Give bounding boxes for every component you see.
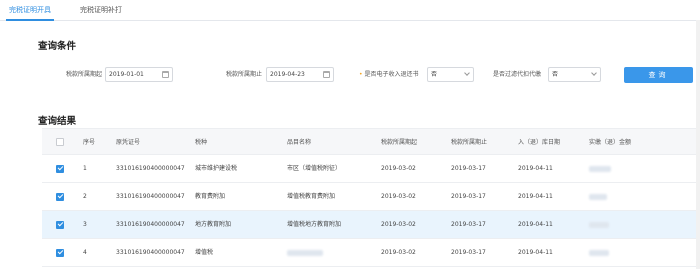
tax-type: 城市维护建设税 bbox=[195, 165, 238, 172]
item-name: 增值税教育费附加 bbox=[287, 193, 336, 200]
row-checkbox[interactable] bbox=[56, 164, 64, 173]
row-number: 2 bbox=[83, 193, 87, 200]
calendar-icon[interactable] bbox=[323, 71, 330, 78]
tab-bar: 完税证明开具 完税证明补打 bbox=[0, 0, 700, 21]
column-header: 税种 bbox=[195, 139, 208, 146]
storage-date: 2019-04-11 bbox=[518, 193, 553, 200]
query-button[interactable]: 查询 bbox=[624, 67, 693, 83]
row-checkbox[interactable] bbox=[56, 220, 64, 229]
table-header: 序号 原凭证号 税种 品目名称 税款所属期起 税款所属期止 入（退）库日期 实缴… bbox=[42, 128, 698, 155]
column-header: 序号 bbox=[83, 139, 96, 146]
period-start: 2019-03-02 bbox=[381, 193, 416, 200]
item-name: 增值税地方教育附加 bbox=[287, 221, 342, 228]
column-header: 原凭证号 bbox=[116, 139, 141, 146]
redacted-amount bbox=[589, 193, 607, 200]
einvoice-label-text: 是否电子收入退还书 bbox=[364, 71, 419, 78]
voucher-number: 331016190400000047 bbox=[116, 221, 185, 228]
einvoice-label: • 是否电子收入退还书 bbox=[359, 70, 419, 80]
period-start: 2019-03-02 bbox=[381, 249, 416, 256]
column-header: 税款所属期起 bbox=[381, 139, 418, 146]
required-mark: • bbox=[359, 71, 363, 78]
period-end: 2019-03-17 bbox=[451, 165, 486, 172]
storage-date: 2019-04-11 bbox=[518, 165, 553, 172]
period-start: 2019-03-02 bbox=[381, 221, 416, 228]
period-end: 2019-03-17 bbox=[451, 193, 486, 200]
start-period-field[interactable]: 2019-01-01 bbox=[105, 67, 173, 82]
einvoice-select[interactable]: 否 bbox=[427, 67, 474, 82]
column-header: 入（退）库日期 bbox=[518, 139, 561, 146]
row-number: 1 bbox=[83, 165, 87, 172]
calendar-icon[interactable] bbox=[162, 71, 169, 78]
row-number: 3 bbox=[83, 221, 87, 228]
redacted-amount bbox=[589, 249, 609, 256]
end-period-label: 税款所属期止 bbox=[226, 71, 263, 78]
tax-type: 增值税 bbox=[195, 249, 214, 256]
storage-date: 2019-04-11 bbox=[518, 221, 553, 228]
column-header: 品目名称 bbox=[287, 139, 312, 146]
start-period-value: 2019-01-01 bbox=[109, 71, 144, 78]
tab-issue-certificate[interactable]: 完税证明开具 bbox=[6, 4, 54, 21]
agent-filter-select[interactable]: 否 bbox=[548, 67, 601, 82]
storage-date: 2019-04-11 bbox=[518, 249, 553, 256]
table-row[interactable]: 1 331016190400000047 城市维护建设税 市区（增值税附征） 2… bbox=[42, 155, 698, 183]
select-all-checkbox[interactable] bbox=[56, 137, 64, 146]
chevron-down-icon bbox=[591, 70, 597, 76]
end-period-field[interactable]: 2019-04-23 bbox=[266, 67, 334, 82]
row-checkbox[interactable] bbox=[56, 192, 64, 201]
period-end: 2019-03-17 bbox=[451, 221, 486, 228]
start-period-label: 税款所属期起 bbox=[66, 71, 103, 78]
einvoice-value: 否 bbox=[431, 71, 438, 78]
table-row[interactable]: 4 331016190400000047 增值税 2019-03-02 2019… bbox=[42, 239, 698, 267]
table-row[interactable]: 3 331016190400000047 地方教育附加 增值税地方教育附加 20… bbox=[42, 211, 698, 239]
voucher-number: 331016190400000047 bbox=[116, 249, 185, 256]
column-header: 实缴（退）金额 bbox=[589, 139, 632, 146]
tax-type: 地方教育附加 bbox=[195, 221, 232, 228]
row-checkbox[interactable] bbox=[56, 248, 64, 257]
voucher-number: 331016190400000047 bbox=[116, 193, 185, 200]
redacted-amount bbox=[589, 221, 609, 228]
vertical-scrollbar[interactable] bbox=[696, 20, 700, 269]
redacted-item-name bbox=[287, 249, 323, 256]
table-row[interactable]: 2 331016190400000047 教育费附加 增值税教育费附加 2019… bbox=[42, 183, 698, 211]
results-title: 查询结果 bbox=[38, 116, 77, 127]
chevron-down-icon bbox=[464, 70, 470, 76]
row-number: 4 bbox=[83, 249, 87, 256]
period-end: 2019-03-17 bbox=[451, 249, 486, 256]
column-header: 税款所属期止 bbox=[451, 139, 488, 146]
period-start: 2019-03-02 bbox=[381, 165, 416, 172]
tax-type: 教育费附加 bbox=[195, 193, 226, 200]
item-name: 市区（增值税附征） bbox=[287, 165, 342, 172]
end-period-value: 2019-04-23 bbox=[270, 71, 305, 78]
voucher-number: 331016190400000047 bbox=[116, 165, 185, 172]
redacted-amount bbox=[589, 165, 611, 172]
agent-filter-value: 否 bbox=[552, 71, 559, 78]
agent-filter-label: 是否过滤代扣代缴 bbox=[493, 71, 542, 78]
tab-reprint-certificate[interactable]: 完税证明补打 bbox=[72, 4, 130, 21]
query-conditions-title: 查询条件 bbox=[38, 41, 77, 52]
